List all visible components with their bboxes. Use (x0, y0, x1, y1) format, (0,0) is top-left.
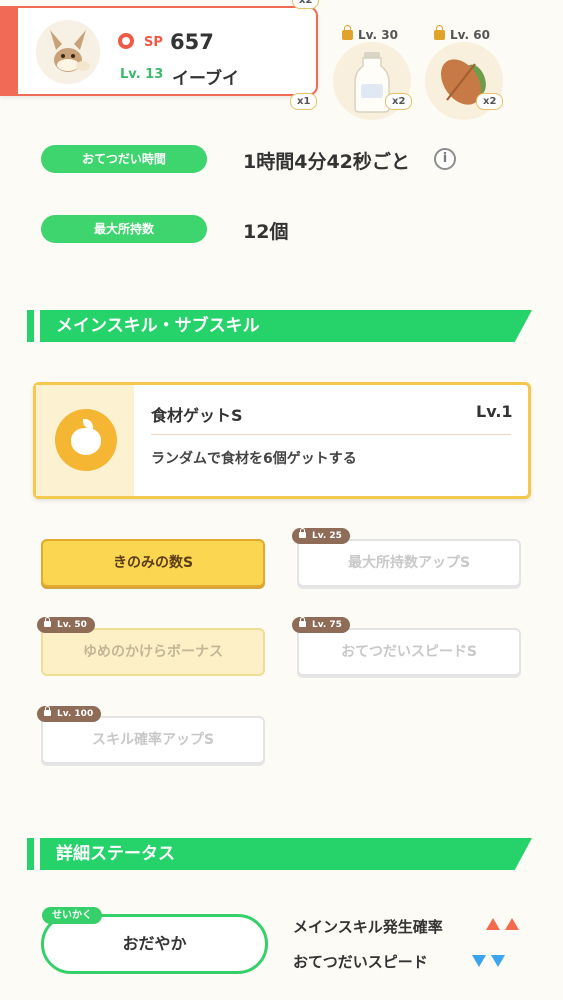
divider (151, 434, 511, 435)
item-lock-level-text: Lv. 60 (450, 28, 490, 42)
eevee-avatar (36, 20, 100, 84)
sub-skill-dream-shard[interactable]: ゆめのかけらボーナス (41, 628, 265, 676)
main-skill-card[interactable]: 食材ゲットS Lv.1 ランダムで食材を6個ゲットする (33, 382, 531, 499)
max-carry-label: 最大所持数 (41, 215, 207, 243)
lock-level-text: Lv. 25 (312, 531, 342, 541)
item-lock-level-text: Lv. 30 (358, 28, 398, 42)
count-badge-card: x1 (290, 93, 318, 110)
main-skill-name: 食材ゲットS (151, 406, 243, 425)
info-icon[interactable]: i (434, 148, 456, 170)
lock-icon (44, 706, 51, 716)
section-title-skills: メインスキル・サブスキル (56, 316, 260, 336)
lock-icon (434, 25, 445, 40)
up-arrow-icon (505, 918, 519, 930)
pokeball-icon (118, 33, 134, 49)
item-lock-level: Lv. 60 (434, 25, 490, 42)
pokemon-name: イーブイ (172, 69, 239, 89)
sub-skill-lock-tag: Lv. 100 (37, 706, 102, 722)
lock-level-text: Lv. 50 (57, 620, 87, 630)
lock-icon (44, 617, 51, 627)
main-skill-icon-panel (36, 385, 134, 496)
sp-label: SP (144, 35, 163, 50)
help-time-label: おてつだい時間 (41, 145, 207, 173)
sub-skill-lock-tag: Lv. 75 (292, 617, 350, 633)
item-count-cacao: x2 (476, 93, 504, 110)
main-skill-level: Lv.1 (476, 402, 513, 421)
help-time-value: 1時間4分42秒ごと (243, 151, 410, 173)
lock-icon (299, 617, 306, 627)
apple-icon (71, 428, 101, 455)
sub-skill-help-speed[interactable]: おてつだいスピードS (297, 628, 521, 676)
section-accent-bar (27, 838, 34, 870)
lock-icon (299, 528, 306, 538)
lock-level-text: Lv. 75 (312, 620, 342, 630)
skill-icon-circle (55, 409, 117, 471)
item-count-milk: x2 (385, 93, 413, 110)
up-arrow-icon (486, 918, 500, 930)
nature-tag: せいかく (42, 907, 102, 924)
down-arrow-icon (472, 955, 486, 967)
main-skill-description: ランダムで食材を6個ゲットする (151, 451, 357, 467)
sub-skill-berry-count[interactable]: きのみの数S (41, 539, 265, 587)
sub-skill-max-carry[interactable]: 最大所持数アップS (297, 539, 521, 587)
card-accent-stripe (0, 8, 18, 94)
section-accent-bar (27, 310, 34, 342)
section-title-status: 詳細ステータス (56, 844, 175, 864)
pokemon-level: Lv. 13 (120, 67, 164, 82)
lock-icon (342, 25, 353, 40)
nature-effect-down-label: おてつだいスピード (293, 953, 428, 971)
sp-value: 657 (170, 30, 214, 54)
lock-level-text: Lv. 100 (57, 709, 94, 719)
nature-effect-up-label: メインスキル発生確率 (293, 918, 443, 936)
sub-skill-skill-chance[interactable]: スキル確率アップS (41, 716, 265, 764)
count-badge-top: x2 (292, 0, 320, 9)
sub-skill-lock-tag: Lv. 25 (292, 528, 350, 544)
sub-skill-lock-tag: Lv. 50 (37, 617, 95, 633)
item-lock-level: Lv. 30 (342, 25, 398, 42)
pokemon-card[interactable]: SP 657 Lv. 13 イーブイ (0, 6, 318, 96)
eevee-icon (50, 30, 90, 72)
max-carry-value: 12個 (243, 221, 289, 243)
down-arrow-icon (491, 955, 505, 967)
